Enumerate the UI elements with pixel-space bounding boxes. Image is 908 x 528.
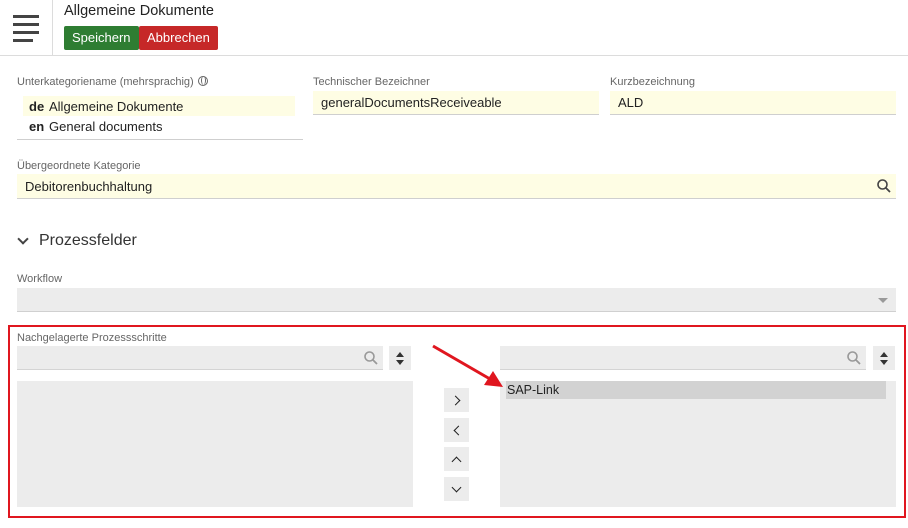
translation-value: Allgemeine Dokumente xyxy=(49,98,184,114)
list-item[interactable]: SAP-Link xyxy=(506,381,886,399)
selected-steps-list[interactable]: SAP-Link xyxy=(500,381,896,507)
search-icon[interactable] xyxy=(876,178,892,194)
cancel-button[interactable]: Abbrechen xyxy=(139,26,218,50)
sort-icon xyxy=(880,351,888,357)
search-icon[interactable] xyxy=(846,350,862,366)
hamburger-icon[interactable] xyxy=(0,0,53,56)
language-code: en xyxy=(29,118,45,134)
short-name-label: Kurzbezeichnung xyxy=(610,76,696,88)
page-title: Allgemeine Dokumente xyxy=(64,3,214,19)
available-steps-search-input[interactable] xyxy=(17,346,383,370)
toolbar: Allgemeine Dokumente Speichern Abbrechen xyxy=(0,0,908,56)
available-steps-sort-button[interactable] xyxy=(389,346,411,370)
translation-value: General documents xyxy=(49,118,163,134)
selected-steps-search-input[interactable] xyxy=(500,346,866,370)
parent-category-input[interactable]: Debitorenbuchhaltung xyxy=(17,174,896,199)
technical-identifier-input[interactable]: generalDocumentsReceiveable xyxy=(313,91,599,115)
caret-down-icon xyxy=(878,298,888,303)
section-title: Prozessfelder xyxy=(39,232,137,249)
globe-icon[interactable] xyxy=(197,76,208,86)
process-fields-section-toggle[interactable]: Prozessfelder xyxy=(17,232,137,250)
selected-steps-sort-button[interactable] xyxy=(873,346,895,370)
parent-category-label: Übergeordnete Kategorie xyxy=(17,160,141,172)
available-steps-list[interactable] xyxy=(17,381,413,507)
translation-row-de[interactable]: de Allgemeine Dokumente xyxy=(23,96,295,116)
technical-identifier-label: Technischer Bezeichner xyxy=(313,76,430,88)
chevron-up-icon xyxy=(451,456,462,466)
save-button[interactable]: Speichern xyxy=(64,26,139,50)
parent-category-value: Debitorenbuchhaltung xyxy=(25,178,153,194)
move-down-button[interactable] xyxy=(444,477,469,501)
chevron-left-icon xyxy=(453,425,463,435)
language-code: de xyxy=(29,98,45,114)
chevron-right-icon xyxy=(450,395,460,405)
move-up-button[interactable] xyxy=(444,447,469,471)
downstream-steps-label: Nachgelagerte Prozessschritte xyxy=(17,332,167,344)
move-right-button[interactable] xyxy=(444,388,469,412)
subcategory-name-field: de Allgemeine Dokumente en General docum… xyxy=(17,92,303,140)
workflow-label: Workflow xyxy=(17,273,63,285)
chevron-down-icon xyxy=(451,482,462,492)
subcategory-name-label: Unterkategoriename (mehrsprachig) xyxy=(17,76,208,88)
move-left-button[interactable] xyxy=(444,418,469,442)
chevron-down-icon xyxy=(17,233,29,245)
workflow-select[interactable] xyxy=(17,288,896,312)
sort-icon xyxy=(396,351,404,357)
search-icon[interactable] xyxy=(363,350,379,366)
translation-row-en[interactable]: en General documents xyxy=(23,116,162,136)
short-name-input[interactable]: ALD xyxy=(610,91,896,115)
